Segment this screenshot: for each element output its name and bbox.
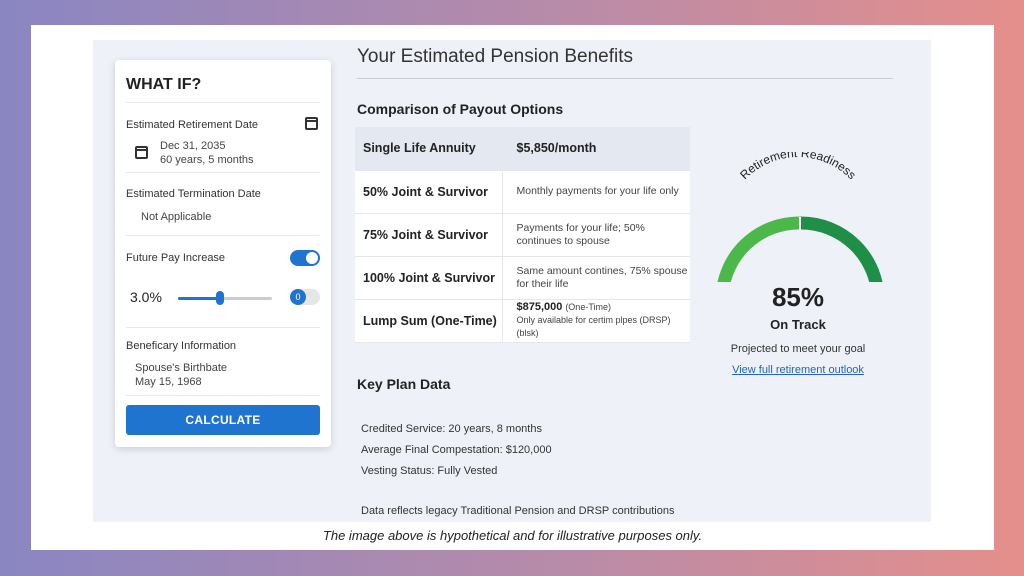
calculate-button[interactable]: CALCULATE <box>126 405 320 435</box>
view-outlook-link[interactable]: View full retirement outlook <box>703 364 893 376</box>
retirement-age: 60 years, 5 months <box>160 154 254 166</box>
table-row[interactable]: 50% Joint & Survivor Monthly payments fo… <box>355 170 690 214</box>
beneficiary-section: Beneficary Information Spouse's Birthbat… <box>126 327 320 395</box>
payout-option-name: Single Life Annuity <box>355 127 503 171</box>
payout-option-description: Payments for your life; 50% continues to… <box>502 213 690 257</box>
average-final-compensation: Average Final Compestation: $120,000 <box>361 444 552 456</box>
footnote: Data reflects legacy Traditional Pension… <box>361 505 675 517</box>
what-if-title: WHAT IF? <box>126 76 202 93</box>
pay-increase-section: Future Pay Increase 3.0% 0 <box>126 235 320 327</box>
slider-fill <box>178 297 221 300</box>
termination-date-section: Estimated Termination Date Not Applicabl… <box>126 172 320 235</box>
frame: WHAT IF? Estimated Retirement Date Dec 3… <box>31 25 994 550</box>
payout-option-name: Lump Sum (One-Time) <box>355 299 503 343</box>
pay-increase-toggle[interactable] <box>290 250 320 266</box>
calendar-icon[interactable] <box>305 117 318 130</box>
readiness-projection: Projected to meet your goal <box>730 343 866 355</box>
credited-service: Credited Service: 20 years, 8 months <box>361 423 542 435</box>
what-if-panel: WHAT IF? Estimated Retirement Date Dec 3… <box>115 60 331 447</box>
lump-sum-extra: Only available for certim plpes (DRSP) (… <box>516 315 671 338</box>
payout-options-table: Single Life Annuity $5,850/month 50% Joi… <box>355 127 690 343</box>
payout-option-amount: $5,850/month <box>502 127 690 171</box>
pay-increase-value: 3.0% <box>130 289 162 305</box>
key-plan-title: Key Plan Data <box>357 376 451 392</box>
retirement-date-value[interactable]: Dec 31, 2035 <box>160 140 225 152</box>
vesting-status: Vesting Status: Fully Vested <box>361 465 498 477</box>
payout-option-description: $875,000 (One-Time) Only available for c… <box>502 299 690 343</box>
gauge-svg: Retirement Readiness <box>717 152 883 282</box>
caption: The image above is hypothetical and for … <box>322 528 703 543</box>
payout-option-description: Monthly payments for your life only <box>502 170 690 214</box>
payout-option-name: 50% Joint & Survivor <box>355 170 503 214</box>
payout-option-name: 100% Joint & Survivor <box>355 256 503 300</box>
gauge-title: Retirement Readiness <box>737 152 859 182</box>
readiness-percent: 85% <box>771 282 825 312</box>
spouse-birthdate-label: Spouse's Birthbate <box>135 362 227 374</box>
beneficiary-label: Beneficary Information <box>126 340 237 352</box>
table-row[interactable]: Single Life Annuity $5,850/month <box>355 127 690 171</box>
title-divider <box>357 78 893 79</box>
payout-option-description: Same amount contines, 75% spouse for the… <box>502 256 690 300</box>
termination-date-value[interactable]: Not Applicable <box>141 211 211 223</box>
app-screenshot: WHAT IF? Estimated Retirement Date Dec 3… <box>93 40 931 522</box>
divider <box>126 395 320 396</box>
table-row[interactable]: Lump Sum (One-Time) $875,000 (One-Time) … <box>355 299 690 343</box>
retirement-date-section: Estimated Retirement Date Dec 31, 2035 6… <box>126 102 320 172</box>
retirement-readiness-gauge: Retirement Readiness 85% On Track Projec… <box>703 152 893 376</box>
payout-option-name: 75% Joint & Survivor <box>355 213 503 257</box>
comparison-title: Comparison of Payout Options <box>357 101 564 117</box>
pay-increase-slider[interactable] <box>178 291 272 305</box>
table-row[interactable]: 100% Joint & Survivor Same amount contin… <box>355 256 690 300</box>
table-row[interactable]: 75% Joint & Survivor Payments for your l… <box>355 213 690 257</box>
slider-thumb[interactable] <box>216 291 225 305</box>
page-title: Your Estimated Pension Benefits <box>357 46 634 67</box>
pay-increase-label: Future Pay Increase <box>126 252 226 264</box>
secondary-toggle[interactable]: 0 <box>290 289 320 305</box>
gauge-arc-right <box>800 216 883 282</box>
termination-date-label: Estimated Termination Date <box>126 188 261 200</box>
retirement-date-label: Estimated Retirement Date <box>126 119 259 131</box>
readiness-status: On Track <box>770 317 826 332</box>
lump-sum-note: (One-Time) <box>565 302 611 312</box>
lump-sum-amount: $875,000 <box>516 301 563 313</box>
calendar-icon[interactable] <box>135 146 148 159</box>
spouse-birthdate-value[interactable]: May 15, 1968 <box>135 376 202 388</box>
gauge-arc-left <box>717 216 802 282</box>
secondary-toggle-knob: 0 <box>290 289 306 305</box>
